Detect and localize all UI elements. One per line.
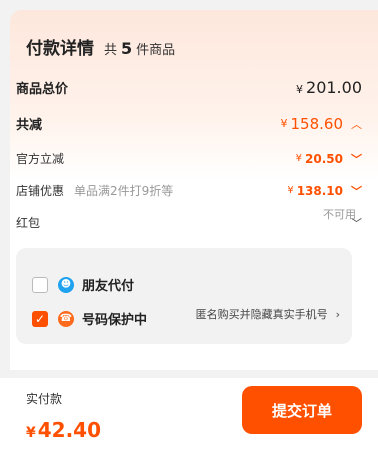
store-label-group: 店铺优惠 单品满2件打9折等 (16, 182, 173, 199)
shield-phone-icon: ☎ (58, 310, 74, 327)
person-badge-icon: ☻ (58, 276, 74, 293)
count-prefix: 共 (104, 43, 118, 58)
chevron-up-icon[interactable]: ︿ (351, 116, 362, 132)
pay-amount: ¥42.40 (26, 418, 101, 442)
currency-symbol: ¥ (296, 83, 304, 96)
number-protect-checkbox[interactable]: ✓ (32, 310, 48, 327)
header: 付款详情 共 5 件商品 (26, 34, 175, 59)
official-label: 官方立减 (16, 152, 65, 166)
chevron-down-icon[interactable]: ﹀ (351, 183, 362, 199)
store-note: 单品满2件打9折等 (74, 184, 174, 198)
total-label: 商品总价 (16, 82, 69, 97)
total-amount: 201.00 (306, 78, 362, 97)
option-number-protect[interactable]: ✓ ☎ 号码保护中 (32, 309, 147, 328)
item-count: 5 (121, 39, 133, 58)
number-protect-label: 号码保护中 (82, 313, 148, 328)
currency-symbol: ¥ (287, 185, 294, 196)
options-panel: ☻ 朋友代付 ✓ ☎ 号码保护中 匿名购买并隐藏真实手机号 › (16, 248, 352, 344)
store-value: ¥138.10 ﹀ (287, 183, 362, 199)
currency-symbol: ¥ (26, 425, 36, 441)
currency-symbol: ¥ (295, 153, 303, 164)
count-suffix: 件商品 (136, 43, 176, 58)
page-title: 付款详情 (26, 39, 94, 59)
discount-label: 共减 (16, 118, 43, 133)
row-redpacket[interactable]: 红包 ﹀ (16, 214, 362, 231)
checkout-bar: 实付款 ¥42.40 提交订单 (0, 378, 378, 450)
official-value: ¥20.50 ﹀ (296, 151, 362, 167)
row-official-discount[interactable]: 官方立减 ¥20.50 ﹀ (16, 150, 362, 167)
friend-pay-label: 朋友代付 (82, 279, 135, 294)
pay-amount-value: 42.40 (37, 418, 102, 442)
option-friend-pay[interactable]: ☻ 朋友代付 (32, 275, 134, 294)
row-total: 商品总价 ¥201.00 (16, 78, 362, 97)
pay-label: 实付款 (26, 392, 63, 406)
number-protect-note[interactable]: 匿名购买并隐藏真实手机号 › (196, 306, 340, 322)
friend-pay-checkbox[interactable] (32, 276, 48, 293)
discount-value: ¥158.60 ︿ (281, 115, 363, 133)
store-amount: 138.10 (296, 183, 343, 198)
chevron-right-icon: › (335, 307, 340, 321)
submit-order-button[interactable]: 提交订单 (242, 386, 362, 434)
row-store-discount[interactable]: 店铺优惠 单品满2件打9折等 ¥138.10 ﹀ (16, 182, 362, 199)
number-protect-note-text: 匿名购买并隐藏真实手机号 (195, 308, 328, 321)
chevron-down-icon[interactable]: ﹀ (351, 215, 362, 231)
chevron-down-icon[interactable]: ﹀ (351, 151, 362, 167)
redpacket-label: 红包 (16, 216, 41, 230)
official-amount: 20.50 (305, 151, 343, 166)
currency-symbol: ¥ (280, 117, 288, 130)
row-discount[interactable]: 共减 ¥158.60 ︿ (16, 114, 363, 134)
total-value: ¥201.00 (296, 78, 362, 97)
discount-amount: 158.60 (290, 114, 344, 133)
store-label: 店铺优惠 (16, 184, 65, 198)
